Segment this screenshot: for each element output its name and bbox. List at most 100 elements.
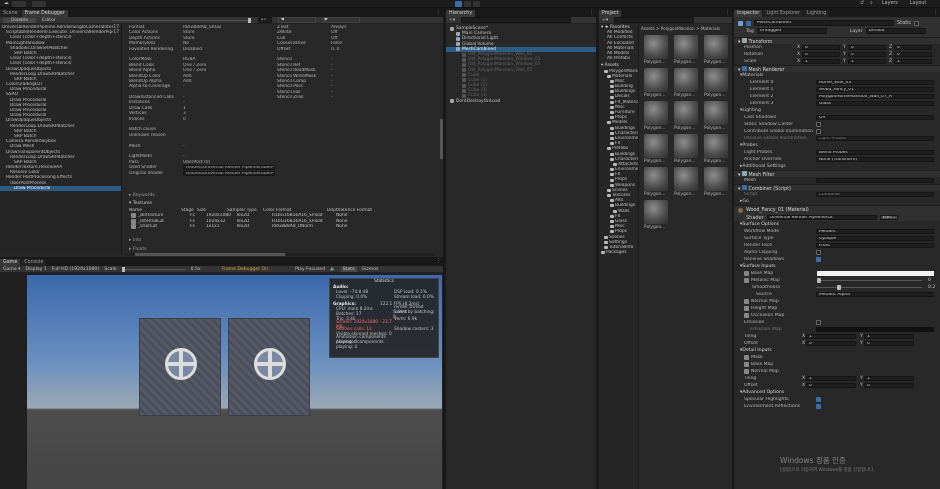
shader-dropdown[interactable]: Universal Render Pipeline/Lit: [766, 214, 877, 221]
material-thumbnail[interactable]: [674, 134, 698, 158]
play-mode-dropdown[interactable]: Play Focused: [295, 267, 325, 272]
material-slot-field[interactable]: Home_Wall_03: [816, 79, 934, 86]
materials-foldout[interactable]: ▾ Materials: [734, 72, 940, 79]
tab-scene[interactable]: Scene: [0, 10, 21, 17]
material-thumbnail[interactable]: [674, 101, 698, 125]
tab-hierarchy[interactable]: Hierarchy: [446, 10, 476, 17]
prev-event-button[interactable]: ◀: [277, 17, 316, 23]
advanced-options-foldout[interactable]: ▾ Advanced Options: [734, 389, 940, 396]
emission-checkbox[interactable]: [816, 320, 821, 325]
alpha-clipping-checkbox[interactable]: [816, 250, 821, 255]
go-foldout[interactable]: ▸ Go: [734, 198, 940, 205]
keywords-foldout[interactable]: ▸ Keywords: [129, 193, 429, 198]
offset-y-field[interactable]: 0: [864, 340, 914, 347]
hierarchy-search-input[interactable]: [461, 17, 572, 23]
tiling-y-field[interactable]: 1: [864, 333, 914, 340]
smoothness-value[interactable]: 0.2: [928, 285, 940, 290]
material-thumbnail[interactable]: [704, 134, 728, 158]
tab-console[interactable]: Console: [21, 259, 47, 266]
material-thumbnail[interactable]: [674, 167, 698, 191]
floats-foldout[interactable]: ▸ Floats: [129, 247, 429, 252]
texture-slot-icon[interactable]: [744, 313, 749, 318]
material-thumbnail[interactable]: [644, 101, 668, 125]
textures-foldout[interactable]: ▾ Textures: [129, 201, 429, 206]
ints-foldout[interactable]: ▸ Ints: [129, 238, 429, 243]
smoothness-slider[interactable]: [816, 285, 922, 290]
material-slot-field[interactable]: PolygonHomeMansion_Wall_07_A: [816, 93, 934, 100]
texture-slot-icon[interactable]: [744, 278, 749, 283]
material-thumbnail[interactable]: [644, 134, 668, 158]
material-thumbnail[interactable]: [704, 35, 728, 59]
gizmos-button[interactable]: Gizmos: [362, 267, 379, 272]
material-thumbnail[interactable]: [704, 68, 728, 92]
transform-y-field[interactable]: 1: [848, 58, 886, 65]
account-icon[interactable]: ☁: [2, 1, 11, 7]
horizontal-scrollbar[interactable]: [125, 253, 435, 256]
panel-menu-icon[interactable]: ⋮: [933, 9, 938, 15]
transform-header[interactable]: ▾ Transform: [734, 37, 940, 45]
panel-menu-icon[interactable]: ⋮: [725, 9, 730, 15]
account-dropdown[interactable]: [12, 1, 26, 7]
cast-shadows-dropdown[interactable]: On: [816, 114, 934, 121]
detail-offset-x-field[interactable]: 0: [806, 382, 856, 389]
transform-y-field[interactable]: 0: [848, 51, 886, 58]
tab-inspector[interactable]: Inspector: [734, 10, 763, 17]
surface-options-foldout[interactable]: ▾ Surface Options: [734, 221, 940, 228]
surface-option-dropdown[interactable]: Metallic: [816, 228, 934, 235]
combiner-header[interactable]: ▾ Combiner (Script): [734, 184, 940, 192]
material-thumbnail[interactable]: [644, 35, 668, 59]
layout-dropdown[interactable]: Layout: [908, 1, 928, 7]
panel-menu-icon[interactable]: ⋮: [436, 9, 441, 15]
active-checkbox[interactable]: [746, 20, 751, 26]
scale-slider[interactable]: [121, 266, 186, 272]
detail-tiling-x-field[interactable]: 1: [806, 375, 856, 382]
texture-slot-icon[interactable]: [744, 355, 749, 360]
layers-dropdown[interactable]: Layers: [880, 1, 900, 7]
texture-slot-icon[interactable]: [744, 369, 749, 374]
lighting-foldout[interactable]: ▾ Lighting: [734, 107, 940, 114]
material-thumbnail[interactable]: [644, 68, 668, 92]
surface-option-dropdown[interactable]: Opaque: [816, 235, 934, 242]
metallic-value[interactable]: 0: [928, 278, 940, 283]
transform-x-field[interactable]: 0: [802, 44, 840, 51]
event-tree-item[interactable]: Draw Procedural: [0, 185, 121, 191]
tab-frame-debugger[interactable]: Frame Debugger: [21, 10, 68, 17]
tab-game[interactable]: Game: [0, 259, 21, 266]
resolution-dropdown[interactable]: Full HD (1920x1080): [52, 267, 99, 272]
emission-color-swatch[interactable]: [816, 327, 934, 332]
event-step-field[interactable]: 17: [257, 17, 272, 23]
pause-button[interactable]: [464, 1, 471, 7]
anchor-override-field[interactable]: None (Transform): [816, 156, 934, 163]
reflections-checkbox[interactable]: [816, 404, 821, 409]
texture-slot-icon[interactable]: [744, 299, 749, 304]
stats-button[interactable]: Stats: [340, 266, 357, 272]
material-thumbnail[interactable]: [644, 200, 668, 224]
base-color-swatch[interactable]: [817, 271, 934, 276]
material-slot-field[interactable]: Glass: [816, 100, 934, 107]
tab-light-explorer[interactable]: Light Explorer: [763, 10, 803, 17]
object-name-field[interactable]: MeshCombined: [754, 20, 894, 26]
surface-option-dropdown[interactable]: Front: [816, 242, 934, 249]
material-thumbnail[interactable]: [644, 167, 668, 191]
mute-audio-icon[interactable]: 🔈: [330, 267, 336, 272]
material-thumbnail[interactable]: [704, 101, 728, 125]
cloud-button[interactable]: [32, 1, 46, 7]
disable-button[interactable]: Disable: [3, 17, 37, 23]
static-checkbox[interactable]: [914, 20, 920, 26]
game-view-dropdown[interactable]: Game ▾: [3, 267, 20, 272]
transform-x-field[interactable]: 1: [802, 58, 840, 65]
offset-x-field[interactable]: 0: [806, 340, 856, 347]
tab-lighting[interactable]: Lighting: [803, 10, 830, 17]
material-thumbnail[interactable]: [674, 68, 698, 92]
vertical-scrollbar[interactable]: [440, 119, 443, 159]
tag-dropdown[interactable]: Untagged: [756, 28, 827, 34]
tiling-x-field[interactable]: 1: [806, 333, 856, 340]
mesh-renderer-enabled[interactable]: [741, 66, 747, 71]
step-button[interactable]: [473, 1, 480, 7]
search-icon[interactable]: ⌕: [868, 1, 875, 7]
detail-offset-y-field[interactable]: 0: [864, 382, 914, 389]
game-viewport[interactable]: Statistics Audio: Level: -74.8 dB DSP loa…: [27, 275, 442, 489]
project-folder-item[interactable]: Packages: [599, 250, 638, 255]
material-slot-field[interactable]: Wood_Fancy_01: [816, 86, 934, 93]
favorites-item[interactable]: All Prefabs: [599, 56, 638, 61]
